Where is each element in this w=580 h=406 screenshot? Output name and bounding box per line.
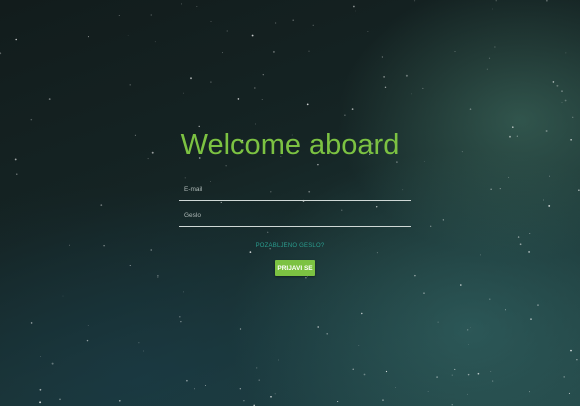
login-button[interactable]: PRIJAVI SE [275, 260, 315, 276]
forgot-password-link[interactable]: POZABLJENO GESLO? [0, 243, 580, 249]
page-title: Welcome aboard [180, 129, 400, 161]
email-field-container [179, 178, 411, 201]
password-field[interactable] [179, 204, 411, 227]
email-field[interactable] [179, 178, 411, 201]
login-panel: Welcome aboard POZABLJENO GESLO? PRIJAVI… [0, 0, 580, 406]
password-field-container [179, 204, 411, 227]
